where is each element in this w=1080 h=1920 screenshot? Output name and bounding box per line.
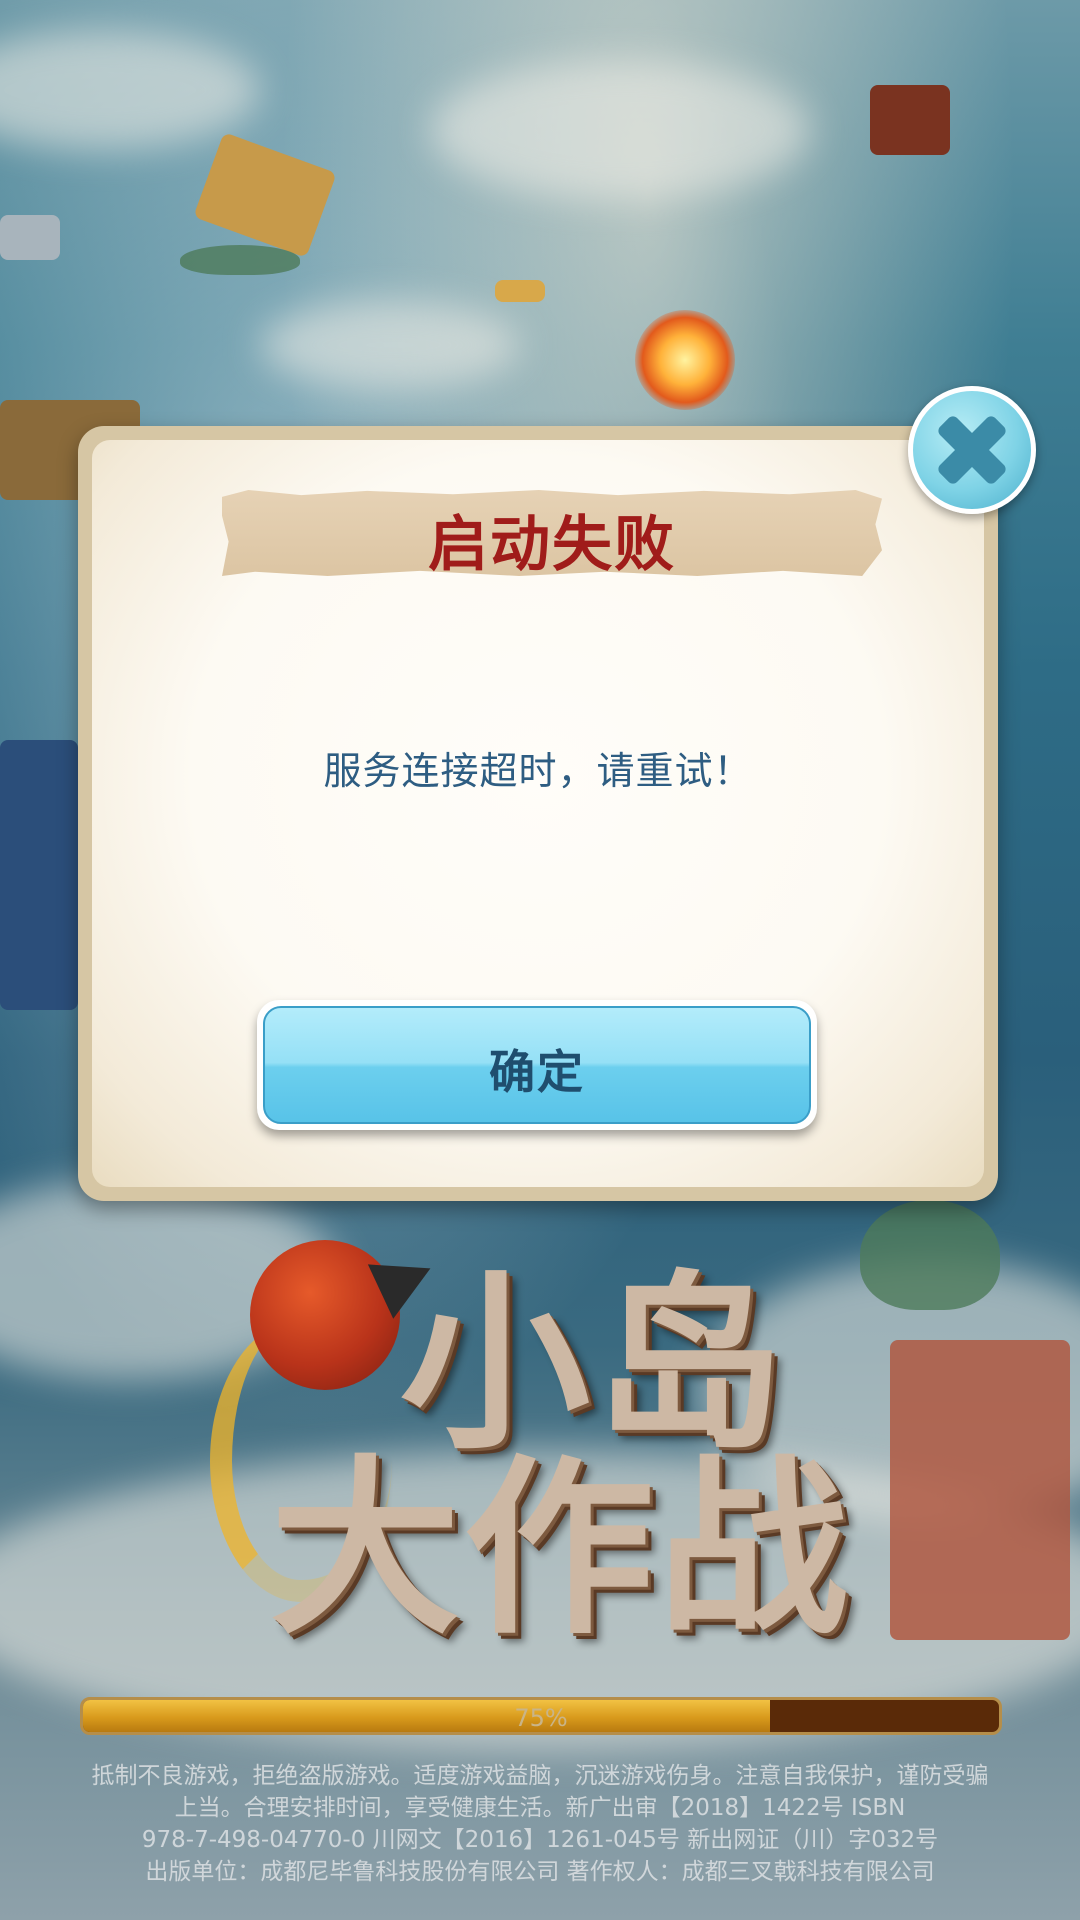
background-airship	[870, 85, 950, 155]
background-explosion	[635, 310, 735, 410]
footer-line: 抵制不良游戏，拒绝盗版游戏。适度游戏益脑，沉迷游戏伤身。注意自我保护，谨防受骗	[91, 1763, 989, 1789]
dialog-message: 服务连接超时，请重试！	[323, 749, 753, 793]
background-ship	[890, 1340, 1070, 1640]
loading-progress-bar: 75%	[80, 1697, 1002, 1735]
background-island	[180, 245, 300, 275]
background-airship	[193, 132, 337, 258]
background-cloud	[0, 30, 260, 150]
dialog-panel: 启动失败 服务连接超时，请重试！ 确定	[92, 440, 984, 1187]
close-button[interactable]	[908, 386, 1036, 514]
legal-footer: 抵制不良游戏，拒绝盗版游戏。适度游戏益脑，沉迷游戏伤身。注意自我保护，谨防受骗 …	[10, 1760, 1070, 1888]
footer-line: 出版单位：成都尼毕鲁科技股份有限公司 著作权人：成都三叉戟科技有限公司	[145, 1859, 935, 1885]
background-airship	[495, 280, 545, 302]
game-loading-screen: 小岛 大作战 启动失败 服务连接超时，请重试！ 确定 75% 抵制不良游戏，拒绝…	[0, 0, 1080, 1920]
logo-title-line2: 大作战	[270, 1439, 853, 1660]
footer-line: 上当。合理安排时间，享受健康生活。新广出审【2018】1422号 ISBN	[174, 1795, 906, 1821]
background-island	[860, 1200, 1000, 1310]
footer-line: 978-7-498-04770-0 川网文【2016】1261-045号 新出网…	[141, 1827, 939, 1853]
dialog-title-banner: 启动失败	[222, 490, 882, 576]
background-cloud	[430, 60, 810, 200]
confirm-button-label: 确定	[489, 1045, 585, 1099]
background-ship	[0, 740, 78, 1010]
background-cloud	[260, 300, 520, 390]
dialog-title: 启动失败	[428, 510, 676, 580]
error-dialog: 启动失败 服务连接超时，请重试！ 确定	[78, 426, 998, 1201]
confirm-button[interactable]: 确定	[257, 1000, 817, 1130]
game-logo: 小岛 大作战	[210, 1210, 870, 1660]
background-airship	[0, 215, 60, 260]
progress-label: 75%	[514, 1704, 568, 1732]
